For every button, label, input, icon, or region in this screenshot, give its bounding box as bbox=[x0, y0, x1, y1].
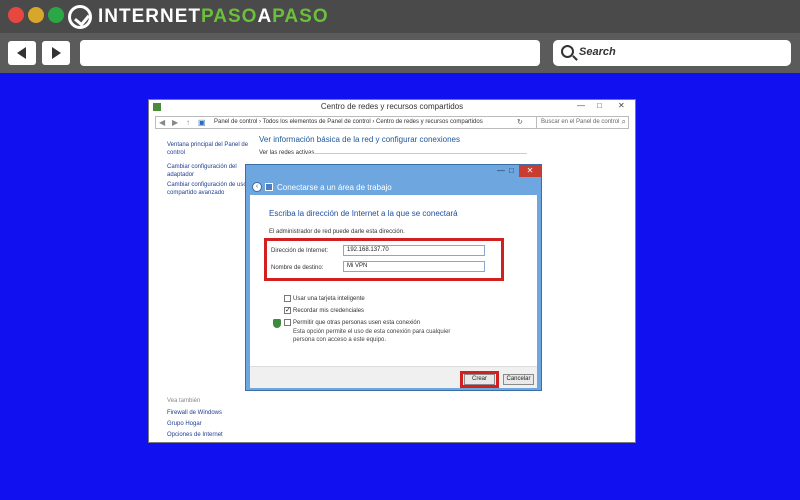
window-title: Centro de redes y recursos compartidos bbox=[320, 102, 464, 111]
allow-others-label: Permitir que otras personas usen esta co… bbox=[293, 320, 421, 326]
destination-name-label: Nombre de destino: bbox=[271, 265, 324, 271]
control-panel-icon: ▣ bbox=[198, 118, 206, 127]
remember-credentials-checkbox[interactable]: ✓ bbox=[284, 307, 291, 314]
up-arrow-icon[interactable]: ↑ bbox=[186, 118, 190, 127]
window-titlebar: Centro de redes y recursos compartidos —… bbox=[149, 100, 635, 114]
refresh-icon[interactable]: ↻ bbox=[517, 118, 523, 126]
breadcrumb[interactable]: Panel de control › Todos los elementos d… bbox=[214, 119, 483, 125]
search-icon: ⌕ bbox=[621, 117, 626, 126]
close-button[interactable]: ✕ bbox=[618, 101, 625, 110]
remember-credentials-label: Recordar mis credenciales bbox=[293, 308, 365, 314]
control-panel-search-input[interactable]: Buscar en el Panel de control ⌕ bbox=[536, 116, 629, 129]
dialog-body: Escriba la dirección de Internet a la qu… bbox=[250, 195, 537, 366]
dialog-footer: Crear Cancelar bbox=[250, 366, 537, 388]
browser-titlebar: INTERNETPASOAPASO bbox=[0, 0, 800, 33]
back-button[interactable] bbox=[8, 41, 36, 65]
admin-note: El administrador de red puede darle esta… bbox=[269, 229, 405, 235]
search-icon bbox=[561, 45, 574, 58]
brand-logo: INTERNETPASOAPASO bbox=[68, 4, 329, 30]
url-bar[interactable] bbox=[80, 40, 540, 66]
dialog-close-button[interactable]: ✕ bbox=[519, 165, 541, 177]
maximize-window-dot[interactable] bbox=[48, 7, 64, 23]
allow-others-help: Esta opción permite el uso de esta conex… bbox=[293, 329, 451, 343]
dialog-title: Conectarse a un área de trabajo bbox=[277, 183, 392, 192]
brand-name: INTERNETPASOAPASO bbox=[98, 6, 329, 27]
smart-card-label: Usar una tarjeta inteligente bbox=[293, 296, 365, 302]
internet-address-input[interactable]: 192.168.137.70 bbox=[343, 245, 485, 256]
dialog-back-icon[interactable]: ‹ bbox=[252, 182, 262, 192]
see-also-internet-options[interactable]: Opciones de Internet bbox=[167, 431, 251, 439]
back-arrow-icon[interactable]: ◀ bbox=[159, 118, 165, 127]
sidebar-item-home[interactable]: Ventana principal del Panel de control bbox=[167, 141, 251, 157]
arrow-right-icon bbox=[52, 47, 61, 59]
dialog-instruction: Escriba la dirección de Internet a la qu… bbox=[269, 209, 458, 218]
sidebar-item-sharing[interactable]: Cambiar configuración de uso compartido … bbox=[167, 181, 251, 197]
dialog-minimize-button[interactable]: — bbox=[497, 166, 505, 175]
browser-search-input[interactable]: Search bbox=[553, 40, 791, 66]
close-window-dot[interactable] bbox=[8, 7, 24, 23]
see-also-homegroup[interactable]: Grupo Hogar bbox=[167, 420, 251, 428]
internet-address-label: Dirección de Internet: bbox=[271, 248, 329, 254]
smart-card-checkbox[interactable] bbox=[284, 295, 291, 302]
divider bbox=[307, 153, 527, 154]
address-bar[interactable]: ◀ ▶ ↑ ▣ Panel de control › Todos los ele… bbox=[155, 116, 629, 129]
checkmark-logo-icon bbox=[68, 5, 92, 29]
see-also-heading: Vea también bbox=[167, 398, 201, 404]
create-button[interactable]: Crear bbox=[464, 374, 495, 385]
destination-name-input[interactable]: Mi VPN bbox=[343, 261, 485, 272]
forward-arrow-icon[interactable]: ▶ bbox=[172, 118, 178, 127]
dialog-maximize-button[interactable]: □ bbox=[509, 166, 514, 175]
sidebar-item-adapter[interactable]: Cambiar configuración del adaptador bbox=[167, 163, 251, 179]
browser-navbar: Search bbox=[0, 33, 800, 73]
vpn-connection-dialog: — □ ✕ ‹ Conectarse a un área de trabajo … bbox=[245, 164, 542, 391]
maximize-button[interactable]: □ bbox=[597, 101, 602, 110]
cancel-button[interactable]: Cancelar bbox=[503, 374, 534, 385]
dialog-header: — □ ✕ ‹ Conectarse a un área de trabajo bbox=[246, 165, 541, 195]
search-placeholder: Search bbox=[579, 46, 616, 58]
shield-icon bbox=[273, 319, 281, 328]
arrow-left-icon bbox=[17, 47, 26, 59]
minimize-window-dot[interactable] bbox=[28, 7, 44, 23]
allow-others-checkbox[interactable] bbox=[284, 319, 291, 326]
browser-chrome: INTERNETPASOAPASO Search bbox=[0, 0, 800, 73]
control-panel-search-placeholder: Buscar en el Panel de control bbox=[541, 119, 620, 125]
forward-button[interactable] bbox=[42, 41, 70, 65]
page-title: Ver información básica de la red y confi… bbox=[259, 135, 460, 144]
network-icon bbox=[265, 183, 273, 191]
see-also-firewall[interactable]: Firewall de Windows bbox=[167, 409, 251, 417]
minimize-button[interactable]: — bbox=[577, 101, 585, 110]
